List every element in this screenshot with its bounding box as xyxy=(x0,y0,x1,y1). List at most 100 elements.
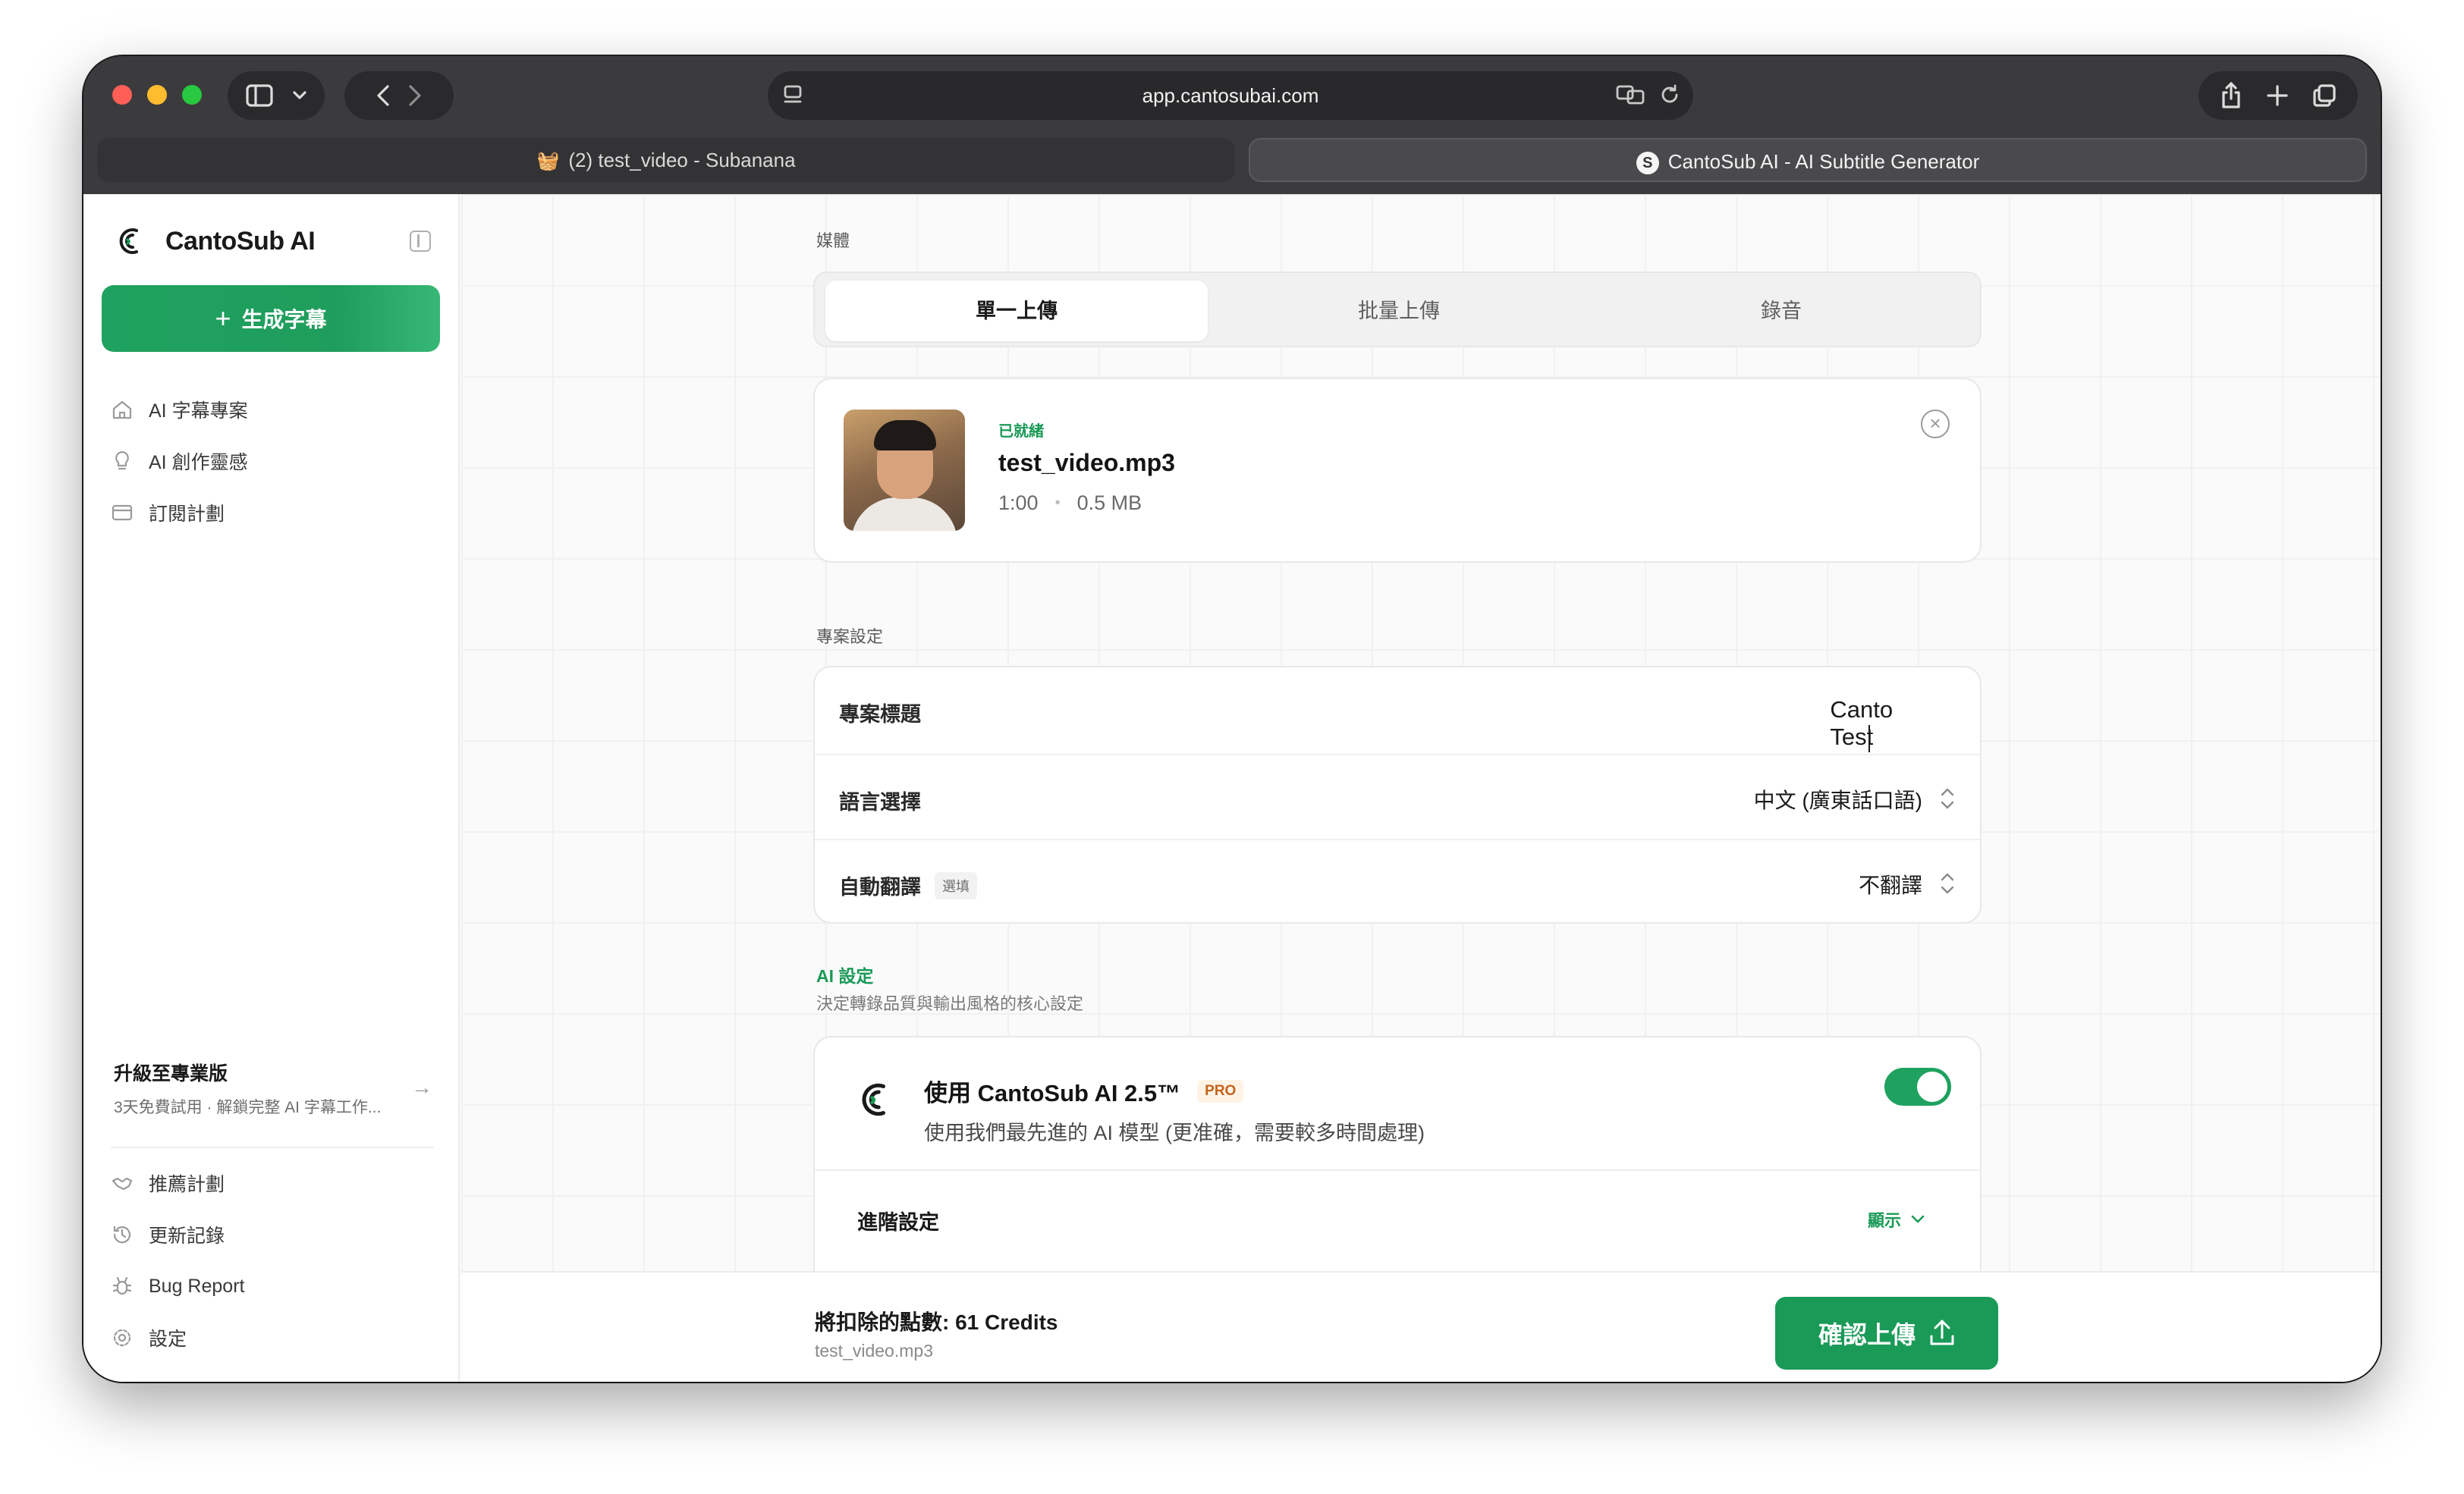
window-controls xyxy=(112,85,202,105)
project-section-label: 專案設定 xyxy=(816,627,884,646)
advanced-settings-label: 進階設定 xyxy=(857,1211,939,1234)
tab-cantosub[interactable]: S CantoSub AI - AI Subtitle Generator xyxy=(1249,138,2367,182)
optional-badge: 選填 xyxy=(935,871,977,899)
tab-label: CantoSub AI - AI Subtitle Generator xyxy=(1667,150,1980,173)
confirm-upload-button[interactable]: 確認上傳 xyxy=(1775,1297,1998,1370)
sidebar-item-label: 更新記錄 xyxy=(149,1226,225,1247)
tab-recording[interactable]: 錄音 xyxy=(1590,281,1972,341)
share-icon[interactable] xyxy=(2220,82,2242,109)
show-advanced-button[interactable]: 顯示 xyxy=(1868,1207,1925,1232)
arrow-right-icon: → xyxy=(411,1075,432,1099)
browser-titlebar: app.cantosubai.com 🧺 (2) test_video - Sub… xyxy=(83,56,2381,194)
sidebar-item-referral[interactable]: 推薦計劃 xyxy=(111,1157,437,1209)
sidebar: CantoSub AI + 生成字幕 AI 字幕專案 AI 創作靈感 訂閱計劃 xyxy=(83,194,460,1382)
sidebar-bottom-nav: 推薦計劃 更新記錄 Bug Report 設定 xyxy=(111,1157,437,1364)
main-panel: 媒體 單一上傳 批量上傳 錄音 已就緒 test_video.mp3 1:00 … xyxy=(461,194,2381,1382)
card-icon xyxy=(112,504,133,521)
cantosub-logo-icon xyxy=(862,1083,885,1116)
file-size: 0.5 MB xyxy=(1076,491,1142,514)
upgrade-banner[interactable]: 升級至專業版 3天免費試用 · 解鎖完整 AI 字幕工作... → xyxy=(114,1059,432,1127)
language-select-value[interactable]: 中文 (廣東話口語) xyxy=(1754,784,1922,814)
pro-badge: PRO xyxy=(1197,1079,1244,1103)
tab-subanana[interactable]: 🧺 (2) test_video - Subanana xyxy=(97,138,1235,182)
back-icon[interactable] xyxy=(377,85,389,106)
auto-translate-label: 自動翻譯 選填 xyxy=(839,871,977,900)
footer-file-name: test_video.mp3 xyxy=(815,1341,933,1361)
sidebar-toggle-button[interactable] xyxy=(228,71,325,120)
sidebar-item-label: AI 字幕專案 xyxy=(149,400,248,422)
upload-icon xyxy=(1930,1320,1954,1345)
collapse-sidebar-icon[interactable] xyxy=(410,231,431,252)
meta-separator: • xyxy=(1054,494,1061,511)
sidebar-item-settings[interactable]: 設定 xyxy=(111,1312,437,1364)
media-section-label: 媒體 xyxy=(816,231,850,250)
brand-name: CantoSub AI xyxy=(165,226,316,256)
tab-single-upload[interactable]: 單一上傳 xyxy=(825,281,1208,341)
upload-mode-tabs: 單一上傳 批量上傳 錄音 xyxy=(813,271,1982,347)
bug-icon xyxy=(112,1276,132,1295)
project-title-row: 專案標題 Canto Test xyxy=(815,667,1980,754)
sidebar-item-label: 設定 xyxy=(149,1329,187,1350)
credits-text: 將扣除的點數: 61 Credits xyxy=(815,1310,1058,1334)
remove-file-icon[interactable]: × xyxy=(1921,410,1950,438)
browser-window: app.cantosubai.com 🧺 (2) test_video - Sub… xyxy=(83,56,2381,1382)
upload-form: 媒體 單一上傳 批量上傳 錄音 已就緒 test_video.mp3 1:00 … xyxy=(813,194,1982,1271)
zoom-window-button[interactable] xyxy=(182,85,202,105)
brand[interactable]: CantoSub AI xyxy=(111,218,316,264)
file-meta: 1:00 • 0.5 MB xyxy=(998,491,1142,515)
address-bar[interactable]: app.cantosubai.com xyxy=(768,71,1693,120)
lightbulb-icon xyxy=(115,450,129,470)
ai-section-subtitle: 決定轉錄品質與輸出風格的核心設定 xyxy=(816,994,1084,1013)
minimize-window-button[interactable] xyxy=(147,85,167,105)
ai-model-name: 使用 CantoSub AI 2.5™ PRO xyxy=(924,1074,1244,1108)
project-settings-card: 專案標題 Canto Test 語言選擇 中文 (廣東話口語) 自動翻譯 選填 … xyxy=(813,666,1982,924)
chevron-up-down-icon xyxy=(1939,871,1956,896)
language-row[interactable]: 語言選擇 中文 (廣東話口語) xyxy=(815,754,1980,840)
language-label: 語言選擇 xyxy=(839,791,921,814)
sidebar-nav: AI 字幕專案 AI 創作靈感 訂閱計劃 xyxy=(111,384,437,538)
sidebar-item-changelog[interactable]: 更新記錄 xyxy=(111,1209,437,1260)
divider xyxy=(111,1147,434,1148)
translate-select-value[interactable]: 不翻譯 xyxy=(1859,869,1922,899)
sidebar-item-inspiration[interactable]: AI 創作靈感 xyxy=(111,435,437,487)
ai-model-toggle[interactable] xyxy=(1884,1068,1951,1106)
sidebar-item-bug-report[interactable]: Bug Report xyxy=(111,1260,437,1312)
browser-tabs: 🧺 (2) test_video - Subanana S CantoSub AI … xyxy=(97,138,2367,182)
cantosub-logo-icon xyxy=(119,228,138,254)
url-text: app.cantosubai.com xyxy=(1142,84,1319,107)
basket-emoji-icon: 🧺 xyxy=(536,151,560,172)
new-tab-icon[interactable] xyxy=(2266,84,2289,107)
home-icon xyxy=(112,400,132,419)
file-status: 已就緒 xyxy=(998,423,1044,440)
sidebar-item-label: AI 創作靈感 xyxy=(149,452,248,473)
divider xyxy=(815,1169,1980,1171)
generate-label: 生成字幕 xyxy=(241,308,327,331)
sidebar-item-projects[interactable]: AI 字幕專案 xyxy=(111,384,437,435)
sidebar-item-subscription[interactable]: 訂閱計劃 xyxy=(111,487,437,538)
plus-icon: + xyxy=(215,303,231,334)
video-thumbnail xyxy=(844,410,965,531)
handshake-icon xyxy=(112,1177,133,1191)
translate-icon[interactable] xyxy=(1616,83,1646,106)
chevron-down-icon xyxy=(1911,1215,1925,1223)
ai-section-title: AI 設定 xyxy=(816,966,874,986)
tab-label: (2) test_video - Subanana xyxy=(568,149,796,171)
chevron-down-icon xyxy=(293,91,306,99)
reload-icon[interactable] xyxy=(1658,83,1681,106)
cantosub-favicon: S xyxy=(1636,152,1659,175)
browser-toolbar-right xyxy=(2198,71,2358,120)
file-duration: 1:00 xyxy=(998,491,1039,514)
gear-icon xyxy=(113,1329,131,1347)
sidebar-item-label: 推薦計劃 xyxy=(149,1174,225,1195)
tab-batch-upload[interactable]: 批量上傳 xyxy=(1208,281,1590,341)
sidebar-item-label: Bug Report xyxy=(149,1275,245,1297)
sidebar-item-label: 訂閱計劃 xyxy=(149,504,225,525)
close-window-button[interactable] xyxy=(112,85,132,105)
project-title-input[interactable]: Canto Test xyxy=(1830,696,1939,752)
project-title-label: 專案標題 xyxy=(839,703,921,726)
forward-icon[interactable] xyxy=(409,85,421,106)
tab-overview-icon[interactable] xyxy=(2312,83,2337,108)
ai-settings-card: 使用 CantoSub AI 2.5™ PRO 使用我們最先進的 AI 模型 (… xyxy=(813,1036,1982,1271)
auto-translate-row[interactable]: 自動翻譯 選填 不翻譯 xyxy=(815,839,1980,925)
generate-subtitles-button[interactable]: + 生成字幕 xyxy=(102,285,440,352)
